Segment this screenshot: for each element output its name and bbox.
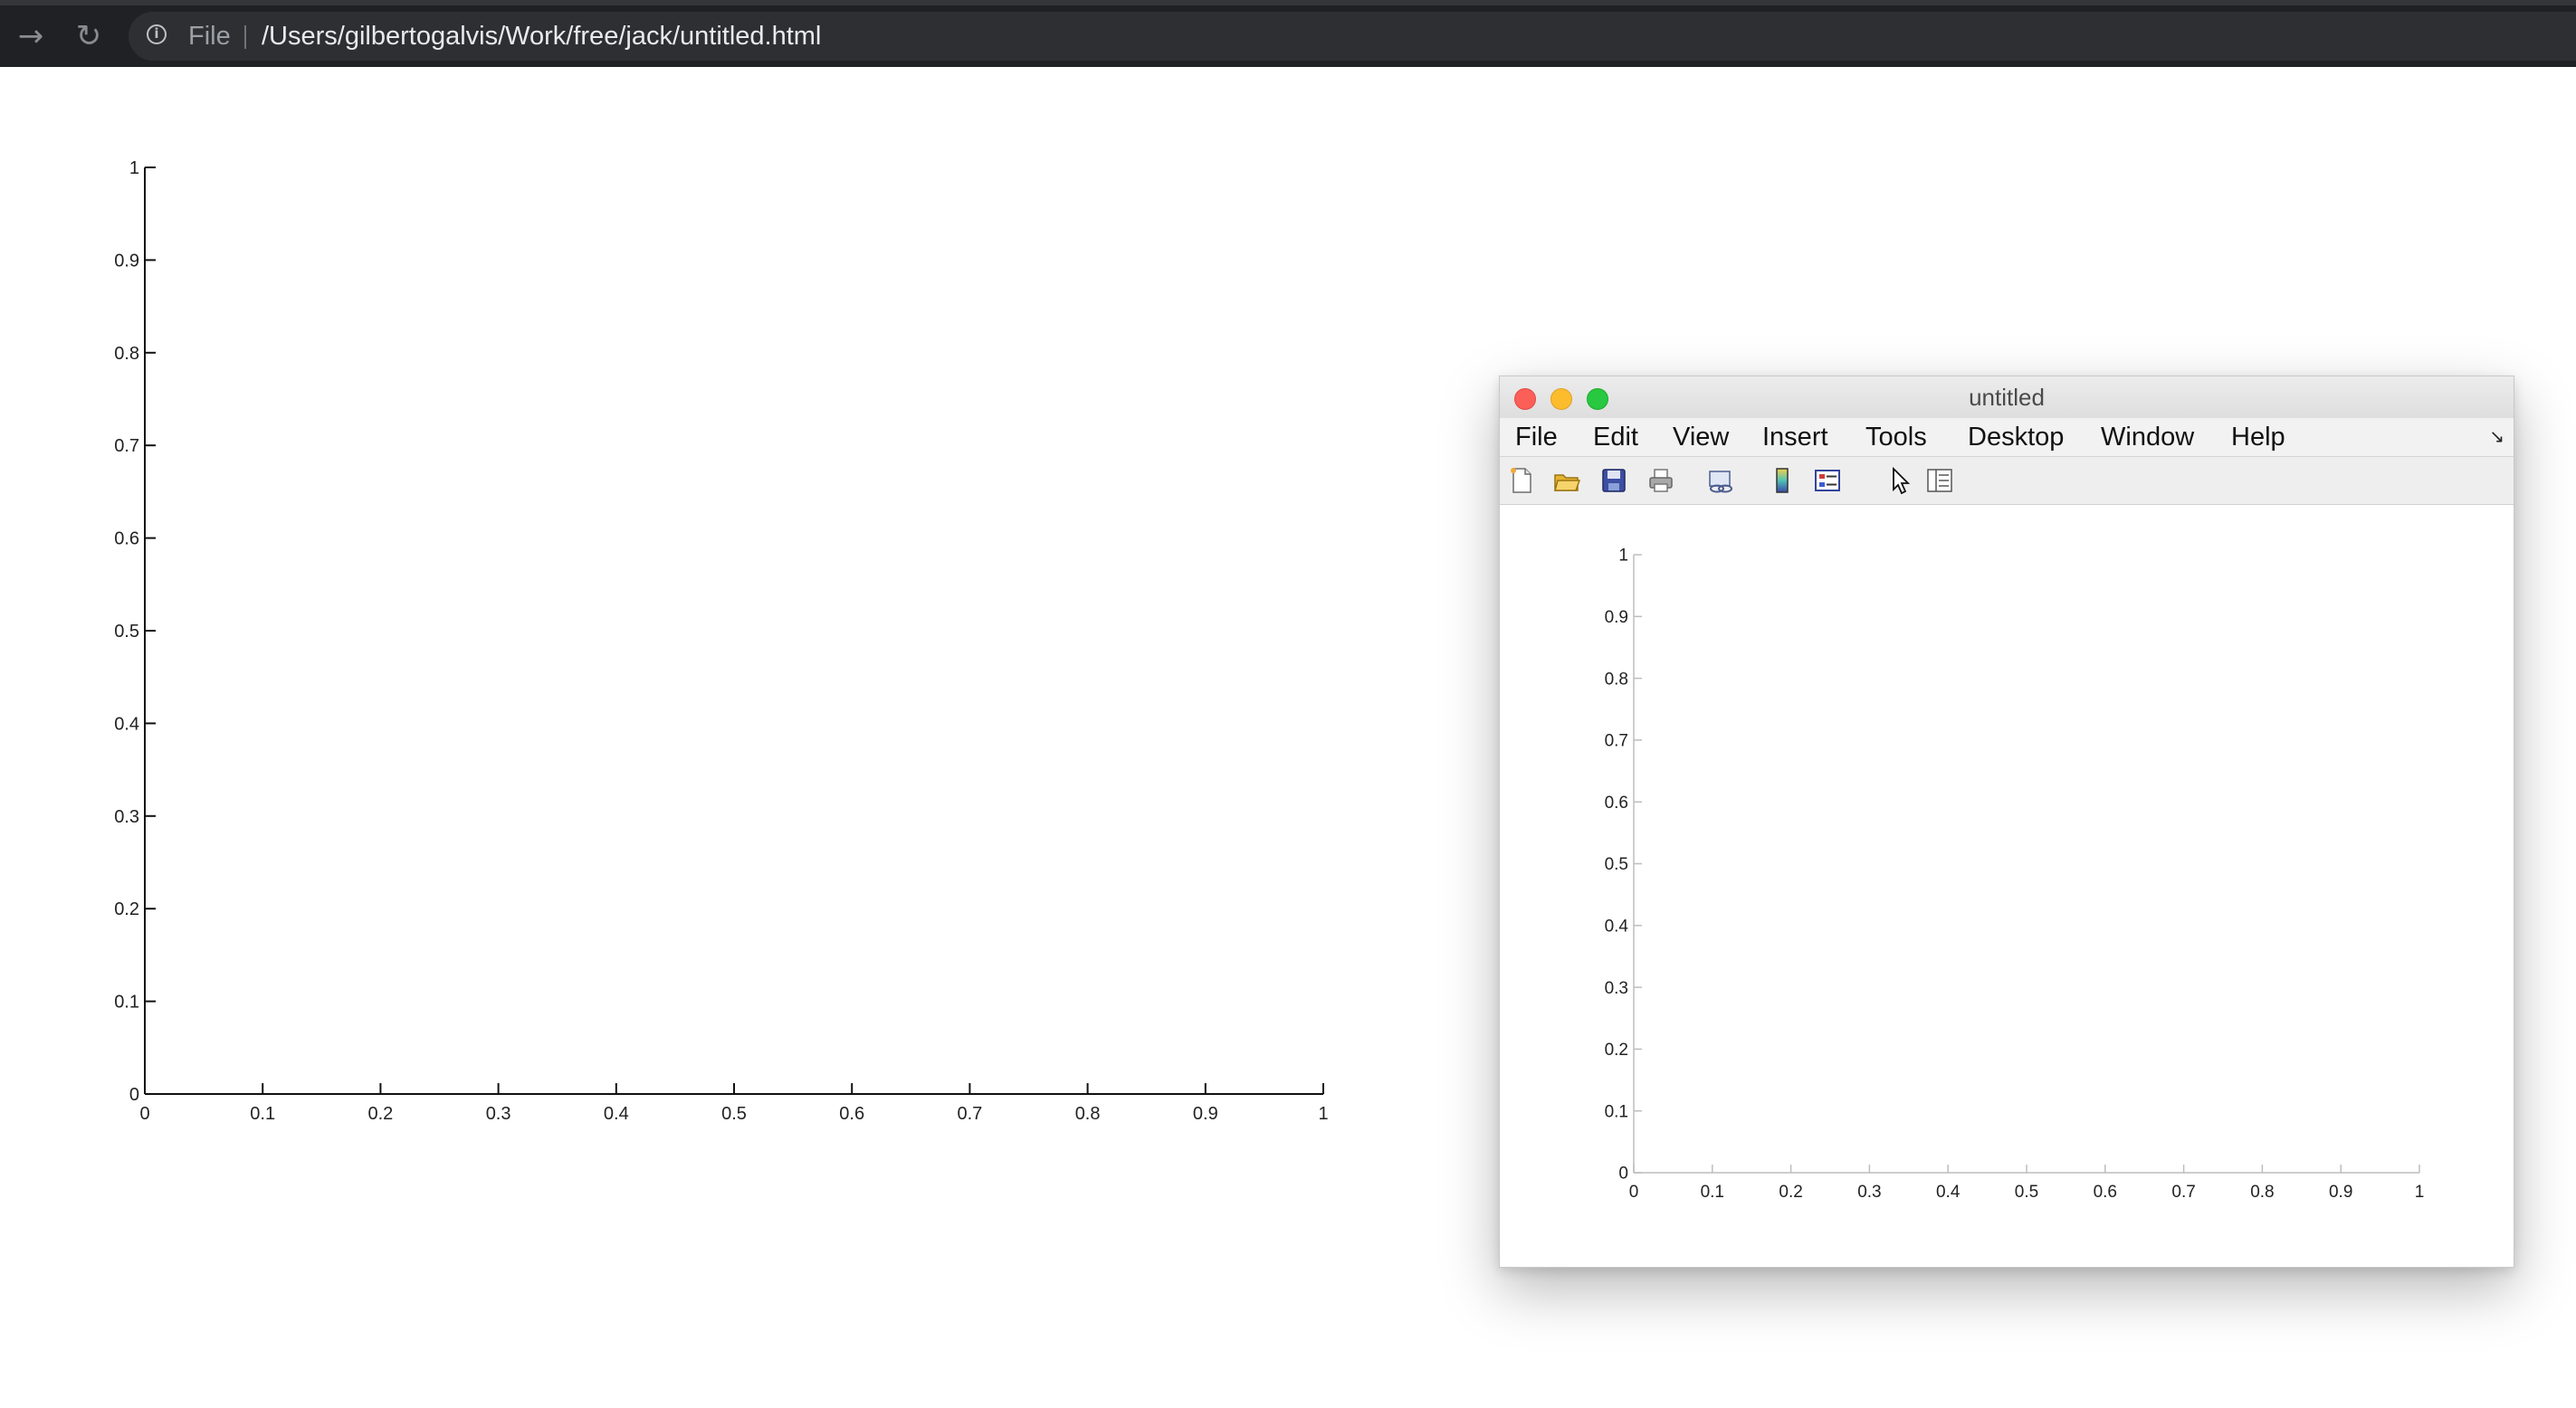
reload-icon[interactable]: ↻ (71, 18, 107, 54)
main-y-tick-label: 0.4 (114, 714, 139, 734)
main-y-tick-label: 1 (129, 158, 139, 178)
main-x-tick-label: 0.5 (721, 1104, 747, 1124)
main-x-tick-label: 0.1 (250, 1104, 275, 1124)
figure-axes: 0 0.1 0.2 0.3 0.4 0.5 0.6 0.7 0.8 0.9 1 0 0.1 0.2 0.3 0… (1605, 547, 2425, 1202)
property-inspector-icon[interactable] (1925, 466, 1954, 495)
figure-y-tick-label: 0.7 (1605, 732, 1628, 751)
window-title: untitled (1969, 384, 2045, 411)
main-x-tick-label: 0.2 (367, 1104, 393, 1124)
figure-y-tick-label: 1 (1618, 547, 1628, 566)
main-x-tick-label: 1 (1318, 1104, 1328, 1124)
url-text[interactable]: /Users/gilbertogalvis/Work/free/jack/unt… (262, 12, 821, 61)
menu-bar: File Edit View Insert Tools Desktop Wind… (1500, 418, 2514, 457)
figure-x-tick-label: 1 (2415, 1183, 2425, 1202)
main-y-tick-label: 0.8 (114, 344, 139, 364)
forward-arrow-icon[interactable]: → (13, 18, 49, 54)
link-plot-icon[interactable] (1706, 466, 1735, 495)
figure-x-tick-label: 0.4 (1936, 1183, 1961, 1202)
pointer-icon[interactable] (1885, 466, 1914, 495)
figure-y-tick-label: 0.4 (1605, 917, 1629, 936)
menu-tools[interactable]: Tools (1865, 418, 1927, 456)
menu-view[interactable]: View (1673, 418, 1729, 456)
main-page-axes: 0 0.1 0.2 0.3 0.4 0.5 0.6 0.7 0.8 0.9 1 0 0.1 0.2 0.3 0… (114, 158, 1328, 1124)
figure-y-tick-label: 0.1 (1605, 1102, 1628, 1121)
info-icon[interactable]: i (147, 24, 167, 44)
figure-y-tick-label: 0 (1618, 1165, 1628, 1184)
main-y-tick-label: 0.1 (114, 993, 139, 1013)
figure-y-tick-label: 0.9 (1605, 608, 1628, 627)
figure-x-tick-label: 0.8 (2250, 1183, 2274, 1202)
menu-edit[interactable]: Edit (1593, 418, 1638, 456)
figure-x-tick-label: 0.7 (2171, 1183, 2195, 1202)
url-scheme-label: File (188, 22, 231, 51)
figure-x-tick-label: 0.6 (2094, 1183, 2117, 1202)
dock-arrow-icon[interactable]: ↘ (2489, 425, 2504, 447)
main-y-tick-label: 0.3 (114, 807, 139, 827)
main-x-tick-label: 0.8 (1075, 1104, 1101, 1124)
menu-window[interactable]: Window (2101, 418, 2194, 456)
figure-y-tick-label: 0.8 (1605, 670, 1628, 689)
open-file-icon[interactable] (1552, 466, 1581, 495)
figure-window[interactable]: untitled File Edit View Insert Tools Des… (1499, 376, 2514, 1268)
main-y-tick-label: 0.6 (114, 529, 139, 549)
main-x-tick-label: 0.7 (957, 1104, 982, 1124)
main-y-tick-label: 0 (129, 1085, 139, 1105)
colorbar-icon[interactable] (1768, 466, 1797, 495)
figure-x-tick-label: 0 (1629, 1183, 1639, 1202)
figure-y-tick-label: 0.2 (1605, 1041, 1628, 1060)
main-x-tick-label: 0 (139, 1104, 149, 1124)
window-titlebar[interactable]: untitled (1500, 376, 2514, 419)
main-x-tick-label: 0.9 (1193, 1104, 1218, 1124)
browser-toolbar: → ↻ i File /Users/gilbertogalvis/Work/fr… (0, 0, 2576, 67)
figure-plot-area: 0 0.1 0.2 0.3 0.4 0.5 0.6 0.7 0.8 0.9 1 0 0.1 0.2 0.3 0… (1500, 505, 2514, 1267)
main-y-tick-label: 0.9 (114, 251, 139, 271)
figure-y-tick-label: 0.6 (1605, 794, 1628, 813)
figure-toolbar (1500, 457, 2514, 505)
menu-file[interactable]: File (1515, 418, 1558, 456)
address-separator (244, 25, 246, 49)
figure-y-tick-label: 0.3 (1605, 979, 1628, 998)
save-icon[interactable] (1599, 466, 1628, 495)
menu-insert[interactable]: Insert (1762, 418, 1828, 456)
main-y-tick-label: 0.7 (114, 436, 139, 456)
figure-x-tick-label: 0.3 (1857, 1183, 1881, 1202)
main-x-tick-label: 0.3 (486, 1104, 511, 1124)
figure-x-tick-label: 0.2 (1779, 1183, 1802, 1202)
main-y-tick-label: 0.5 (114, 622, 139, 642)
figure-y-tick-label: 0.5 (1605, 855, 1628, 874)
main-x-tick-label: 0.4 (604, 1104, 629, 1124)
main-x-tick-label: 0.6 (839, 1104, 864, 1124)
figure-x-tick-label: 0.5 (2015, 1183, 2038, 1202)
main-y-tick-label: 0.2 (114, 899, 139, 919)
new-figure-icon[interactable] (1507, 466, 1536, 495)
menu-help[interactable]: Help (2231, 418, 2285, 456)
figure-x-tick-label: 0.9 (2329, 1183, 2352, 1202)
menu-desktop[interactable]: Desktop (1968, 418, 2064, 456)
address-bar[interactable]: i File /Users/gilbertogalvis/Work/free/j… (129, 12, 2576, 61)
figure-x-tick-label: 0.1 (1701, 1183, 1724, 1202)
print-icon[interactable] (1646, 466, 1675, 495)
legend-icon[interactable] (1813, 466, 1842, 495)
